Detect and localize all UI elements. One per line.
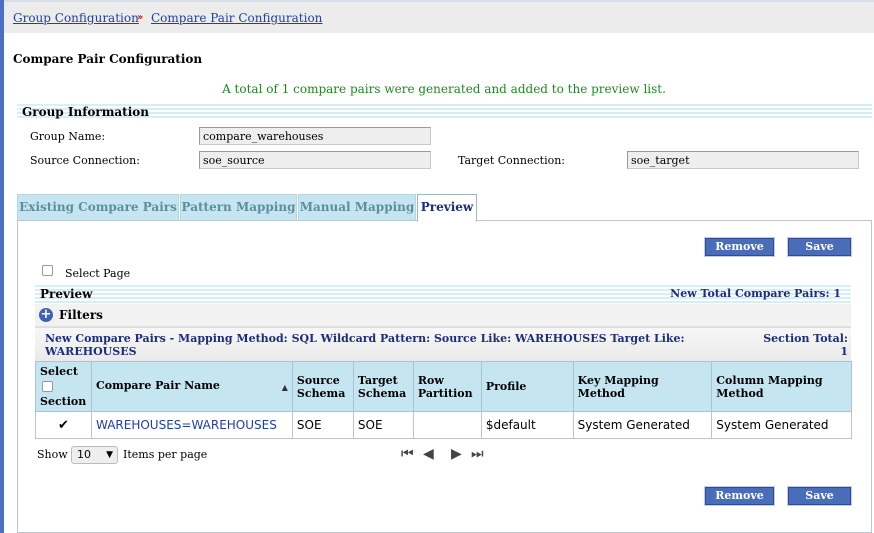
show-label: Show (37, 448, 68, 461)
remove-button-top[interactable]: Remove (704, 237, 775, 257)
group-information-header: Group Information (17, 104, 872, 120)
tab-preview[interactable]: Preview (417, 194, 477, 222)
page-size-select[interactable]: 10 ▼ (71, 446, 118, 464)
preview-title: Preview (40, 287, 93, 301)
section-total: Section Total: 1 (763, 332, 848, 358)
left-accent-bar (0, 0, 4, 533)
tab-existing-compare-pairs[interactable]: Existing Compare Pairs (17, 194, 179, 221)
column-mapping-cell: System Generated (711, 411, 852, 439)
page-title: Compare Pair Configuration (13, 52, 203, 66)
select-section-checkbox[interactable] (42, 381, 53, 392)
select-section-header: Select Section (35, 361, 92, 412)
new-total-compare-pairs: New Total Compare Pairs: 1 (670, 287, 841, 300)
save-button-top[interactable]: Save (787, 237, 852, 257)
select-header-label: Select (40, 365, 78, 378)
source-connection-label: Source Connection: (30, 154, 140, 167)
tab-manual-mapping[interactable]: Manual Mapping (298, 194, 416, 221)
save-button-bottom[interactable]: Save (787, 486, 852, 506)
compare-pair-link[interactable]: WAREHOUSES=WAREHOUSES (96, 418, 277, 432)
section-title: New Compare Pairs - Mapping Method: SQL … (45, 332, 685, 358)
tab-pattern-mapping[interactable]: Pattern Mapping (180, 194, 297, 221)
col-profile[interactable]: Profile (480, 361, 574, 412)
section-header: New Compare Pairs - Mapping Method: SQL … (35, 327, 851, 362)
table-header-row: Select Section Compare Pair Name ▲ Sourc… (35, 361, 852, 412)
next-page-icon[interactable]: ▶ (451, 445, 462, 463)
checkmark-icon[interactable]: ✔ (58, 418, 69, 433)
remove-button-bottom[interactable]: Remove (704, 486, 775, 506)
sort-ascending-icon[interactable]: ▲ (282, 381, 288, 394)
items-per-page-label: Items per page (123, 448, 208, 461)
col-target-schema[interactable]: Target Schema (352, 361, 414, 412)
target-connection-field[interactable]: soe_target (627, 151, 859, 169)
col-key-mapping-method[interactable]: Key Mapping Method (572, 361, 713, 412)
col-compare-pair-name[interactable]: Compare Pair Name ▲ (90, 361, 293, 412)
col-source-schema[interactable]: Source Schema (291, 361, 354, 412)
target-connection-label: Target Connection: (458, 154, 565, 167)
breadcrumb: Group Configuration ›› Compare Pair Conf… (4, 0, 874, 33)
breadcrumb-group-configuration[interactable]: Group Configuration (13, 11, 139, 25)
key-mapping-cell: System Generated (572, 411, 713, 439)
section-total-label: Section Total: (763, 332, 848, 345)
source-schema-cell: SOE (291, 411, 354, 439)
compare-pairs-table: Select Section Compare Pair Name ▲ Sourc… (35, 361, 852, 439)
previous-page-icon[interactable]: ◀ (423, 445, 434, 463)
group-name-field[interactable]: compare_warehouses (199, 127, 431, 145)
col-row-partition[interactable]: Row Partition (412, 361, 482, 412)
col-compare-pair-name-label: Compare Pair Name (95, 379, 220, 392)
page-size-value: 10 (77, 448, 91, 461)
target-schema-cell: SOE (352, 411, 414, 439)
row-select-cell[interactable]: ✔ (35, 411, 92, 439)
breadcrumb-separator-icon: ›› (137, 12, 143, 23)
group-name-label: Group Name: (30, 130, 106, 143)
section-total-value: 1 (840, 345, 848, 358)
pager: Show 10 ▼ Items per page ⏮ ◀ ▶ ⏭ (37, 445, 852, 465)
section-header-label: Section (40, 395, 87, 408)
col-column-mapping-method[interactable]: Column Mapping Method (711, 361, 852, 412)
chevron-down-icon: ▼ (106, 450, 113, 460)
compare-pair-name-cell: WAREHOUSES=WAREHOUSES (90, 411, 293, 439)
row-partition-cell (412, 411, 482, 439)
first-page-icon[interactable]: ⏮ (401, 445, 414, 463)
preview-header: Preview New Total Compare Pairs: 1 (35, 285, 851, 303)
source-connection-field[interactable]: soe_source (199, 151, 431, 169)
expand-plus-icon[interactable]: + (39, 308, 53, 322)
status-message: A total of 1 compare pairs were generate… (0, 82, 874, 96)
status-message-text: A total of 1 compare pairs were generate… (222, 82, 666, 96)
table-row: ✔ WAREHOUSES=WAREHOUSES SOE SOE $default… (35, 411, 852, 439)
last-page-icon[interactable]: ⏭ (471, 445, 484, 463)
breadcrumb-compare-pair-configuration[interactable]: Compare Pair Configuration (151, 11, 322, 25)
filters-bar[interactable]: + Filters (35, 304, 851, 327)
select-page-checkbox[interactable] (42, 265, 53, 276)
filters-label[interactable]: Filters (59, 308, 103, 322)
profile-cell: $default (480, 411, 574, 439)
select-page-label: Select Page (65, 267, 131, 280)
